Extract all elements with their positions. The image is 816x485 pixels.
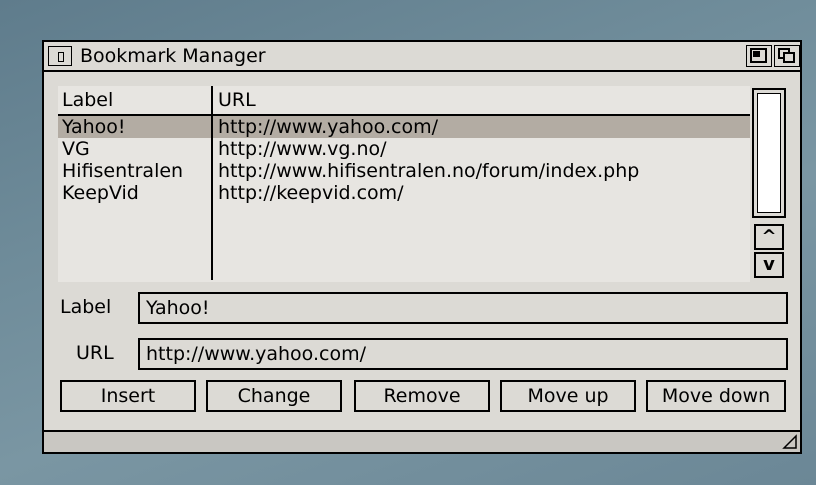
row-url: http://keepvid.com/ (218, 182, 404, 204)
insert-button[interactable]: Insert (60, 380, 196, 412)
row-label: VG (62, 138, 90, 160)
resize-icon[interactable] (782, 434, 798, 450)
status-bar (44, 430, 800, 452)
bookmark-list[interactable]: Label URL Yahoo! http://www.yahoo.com/VG h… (58, 86, 750, 282)
scroll-up-arrow-icon[interactable]: ^ (754, 224, 784, 250)
column-header-label[interactable]: Label (62, 89, 113, 111)
zoom-icon[interactable] (746, 45, 772, 67)
bookmark-manager-window: Bookmark Manager Label URL Yahoo! http://… (42, 40, 802, 454)
depth-icon[interactable] (774, 45, 800, 67)
window-title: Bookmark Manager (80, 45, 266, 67)
table-row[interactable]: Yahoo! http://www.yahoo.com/ (58, 116, 750, 138)
table-row[interactable]: VG http://www.vg.no/ (58, 138, 750, 160)
label-field-caption: Label (60, 296, 112, 318)
label-input[interactable]: Yahoo! (138, 292, 788, 324)
table-row[interactable]: Hifisentralen http://www.hifisentralen.no… (58, 160, 750, 182)
close-icon[interactable] (48, 46, 72, 66)
url-field-caption: URL (76, 342, 114, 364)
remove-button[interactable]: Remove (354, 380, 490, 412)
move-down-button[interactable]: Move down (646, 380, 786, 412)
column-divider[interactable] (211, 86, 213, 280)
row-url: http://www.yahoo.com/ (218, 116, 438, 138)
change-button[interactable]: Change (206, 380, 342, 412)
row-url: http://www.vg.no/ (218, 138, 387, 160)
url-input[interactable]: http://www.yahoo.com/ (138, 338, 788, 370)
move-up-button[interactable]: Move up (500, 380, 636, 412)
row-label: Yahoo! (62, 116, 126, 138)
scroll-track[interactable] (752, 88, 786, 218)
row-label: KeepVid (62, 182, 139, 204)
table-row[interactable]: KeepVid http://keepvid.com/ (58, 182, 750, 204)
title-bar[interactable]: Bookmark Manager (44, 42, 800, 72)
column-header-url[interactable]: URL (218, 89, 256, 111)
scroll-knob[interactable] (757, 93, 781, 213)
scroll-down-arrow-icon[interactable]: v (754, 252, 784, 278)
row-url: http://www.hifisentralen.no/forum/index.… (218, 160, 640, 182)
list-header: Label URL (58, 86, 750, 116)
list-scrollbar[interactable]: ^ v (752, 88, 786, 280)
row-label: Hifisentralen (62, 160, 184, 182)
